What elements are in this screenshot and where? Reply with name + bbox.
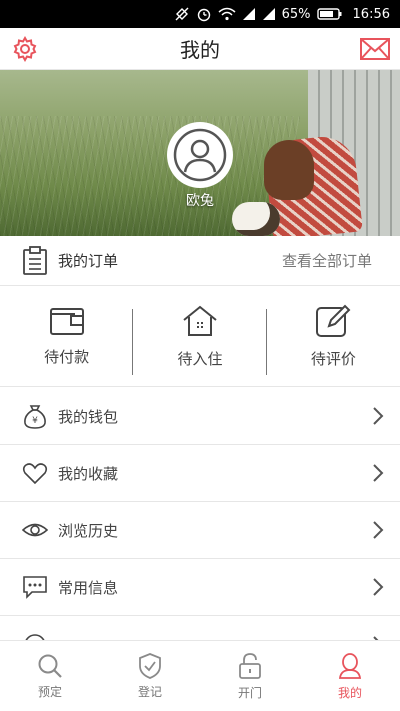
screen: 65% 16:56 我的 欧兔 我的订单 查看全部订单 待付款 待入住 待评价 … [0, 0, 400, 711]
lock-icon [239, 652, 261, 679]
status-pending-payment-label: 待付款 [44, 347, 90, 366]
gear-icon [13, 35, 37, 63]
page-title: 我的 [180, 38, 220, 62]
nav-register-label: 登记 [137, 684, 162, 699]
bottom-navigation: 预定 登记 开门 我的 [0, 640, 400, 711]
avatar[interactable] [167, 122, 233, 188]
sync-icon [174, 6, 190, 22]
mail-icon [360, 38, 390, 60]
status-time: 16:56 [352, 6, 390, 22]
house-icon [183, 305, 217, 336]
svg-text:¥: ¥ [32, 416, 38, 426]
default-avatar-icon [173, 128, 227, 182]
chevron-right-icon [373, 521, 384, 539]
status-pending-checkin[interactable]: 待入住 [133, 286, 267, 386]
eye-icon [22, 523, 48, 537]
menu-item-history-label: 浏览历史 [58, 521, 119, 540]
battery-percentage: 65% [281, 6, 311, 22]
clipboard-icon [23, 245, 47, 275]
person-icon [338, 652, 362, 679]
nav-mine[interactable]: 我的 [300, 641, 400, 711]
my-orders-row[interactable]: 我的订单 查看全部订单 [0, 236, 400, 286]
menu-list: ¥ 我的钱包 我的收藏 浏览历史 常用信息 [0, 388, 400, 646]
top-header: 我的 [0, 28, 400, 70]
nav-register[interactable]: 登记 [100, 641, 200, 711]
username[interactable]: 欧兔 [0, 190, 400, 210]
search-icon [38, 654, 62, 678]
settings-button[interactable] [12, 35, 38, 63]
messages-button[interactable] [360, 38, 390, 60]
shield-check-icon [139, 652, 161, 679]
chevron-right-icon [373, 407, 384, 425]
menu-item-common-info[interactable]: 常用信息 [0, 559, 400, 616]
status-pending-checkin-label: 待入住 [177, 349, 223, 368]
view-all-orders-link[interactable]: 查看全部订单 [282, 250, 372, 271]
nav-open-door[interactable]: 开门 [200, 641, 300, 711]
menu-item-common-info-label: 常用信息 [58, 578, 119, 597]
alarm-icon [196, 6, 212, 22]
menu-item-wallet-label: 我的钱包 [58, 407, 119, 426]
signal-icon-1 [242, 7, 256, 21]
chevron-right-icon [373, 578, 384, 596]
nav-open-door-label: 开门 [237, 685, 262, 700]
status-bar: 65% 16:56 [0, 0, 400, 28]
menu-item-favorites[interactable]: 我的收藏 [0, 445, 400, 502]
message-icon [23, 576, 47, 599]
order-status-row: 待付款 待入住 待评价 [0, 286, 400, 387]
wifi-icon [218, 6, 236, 22]
wallet-icon [49, 307, 84, 335]
profile-banner: 欧兔 [0, 70, 400, 236]
chevron-right-icon [373, 464, 384, 482]
battery-icon [316, 7, 343, 21]
status-pending-payment[interactable]: 待付款 [0, 286, 134, 386]
menu-item-wallet[interactable]: ¥ 我的钱包 [0, 388, 400, 445]
wallet-bag-icon: ¥ [24, 405, 46, 429]
menu-item-favorites-label: 我的收藏 [58, 464, 119, 483]
nav-mine-label: 我的 [337, 685, 362, 700]
menu-item-history[interactable]: 浏览历史 [0, 502, 400, 559]
my-orders-label: 我的订单 [58, 252, 119, 270]
nav-book[interactable]: 预定 [0, 641, 100, 711]
status-pending-review[interactable]: 待评价 [267, 286, 400, 386]
heart-icon [22, 463, 48, 485]
edit-icon [316, 304, 351, 337]
nav-book-label: 预定 [37, 684, 62, 699]
status-pending-review-label: 待评价 [310, 349, 356, 368]
signal-icon-2 [262, 7, 276, 21]
